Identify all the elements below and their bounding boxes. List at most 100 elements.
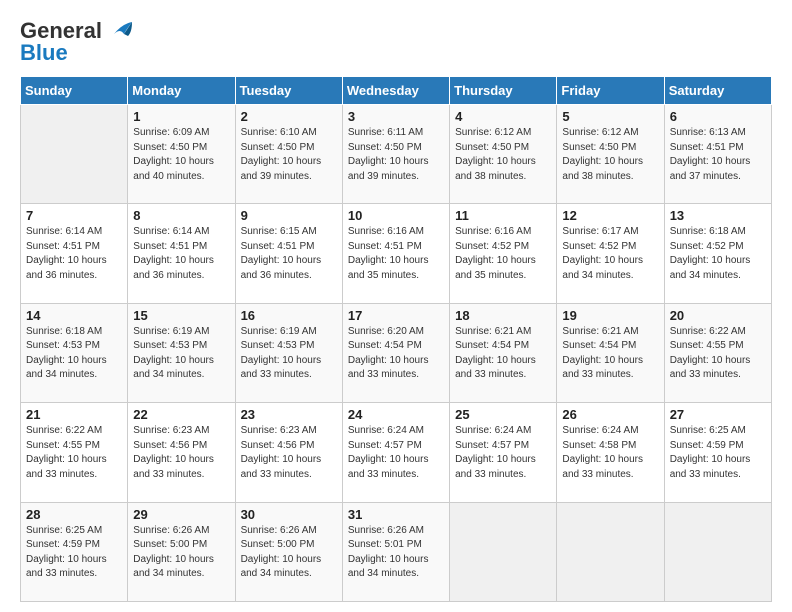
day-info: Sunrise: 6:13 AM Sunset: 4:51 PM Dayligh… (670, 126, 766, 184)
day-number: 16 (241, 308, 337, 323)
weekday-header-row: SundayMondayTuesdayWednesdayThursdayFrid… (21, 77, 772, 105)
day-info: Sunrise: 6:24 AM Sunset: 4:57 PM Dayligh… (348, 424, 444, 482)
day-info: Sunrise: 6:09 AM Sunset: 4:50 PM Dayligh… (133, 126, 229, 184)
day-cell: 4 Sunrise: 6:12 AM Sunset: 4:50 PM Daylig… (450, 105, 557, 204)
day-cell: 16 Sunrise: 6:19 AM Sunset: 4:53 PM Dayli… (235, 303, 342, 402)
day-cell: 24 Sunrise: 6:24 AM Sunset: 4:57 PM Dayli… (342, 403, 449, 502)
day-cell: 26 Sunrise: 6:24 AM Sunset: 4:58 PM Dayli… (557, 403, 664, 502)
day-number: 28 (26, 507, 122, 522)
page: General Blue SundayMondayTuesdayWednesda… (0, 0, 792, 612)
day-cell: 22Sunrise: 6:23 AM Sunset: 4:56 PM Dayli… (128, 403, 235, 502)
day-info: Sunrise: 6:16 AM Sunset: 4:51 PM Dayligh… (348, 225, 444, 283)
day-cell: 29Sunrise: 6:26 AM Sunset: 5:00 PM Dayli… (128, 502, 235, 601)
logo-blue: Blue (20, 40, 68, 66)
day-number: 1 (133, 109, 229, 124)
day-number: 14 (26, 308, 122, 323)
day-info: Sunrise: 6:14 AM Sunset: 4:51 PM Dayligh… (133, 225, 229, 283)
day-cell: 20 Sunrise: 6:22 AM Sunset: 4:55 PM Dayli… (664, 303, 771, 402)
day-info: Sunrise: 6:25 AM Sunset: 4:59 PM Dayligh… (670, 424, 766, 482)
day-info: Sunrise: 6:12 AM Sunset: 4:50 PM Dayligh… (455, 126, 551, 184)
weekday-header-wednesday: Wednesday (342, 77, 449, 105)
day-number: 19 (562, 308, 658, 323)
day-number: 21 (26, 407, 122, 422)
day-cell: 7Sunrise: 6:14 AM Sunset: 4:51 PM Daylig… (21, 204, 128, 303)
day-info: Sunrise: 6:24 AM Sunset: 4:58 PM Dayligh… (562, 424, 658, 482)
day-number: 18 (455, 308, 551, 323)
day-cell (557, 502, 664, 601)
day-number: 2 (241, 109, 337, 124)
day-number: 9 (241, 208, 337, 223)
day-cell: 9 Sunrise: 6:15 AM Sunset: 4:51 PM Daylig… (235, 204, 342, 303)
day-cell: 31 Sunrise: 6:26 AM Sunset: 5:01 PM Dayli… (342, 502, 449, 601)
day-number: 25 (455, 407, 551, 422)
day-cell: 25 Sunrise: 6:24 AM Sunset: 4:57 PM Dayli… (450, 403, 557, 502)
day-info: Sunrise: 6:23 AM Sunset: 4:56 PM Dayligh… (241, 424, 337, 482)
day-number: 10 (348, 208, 444, 223)
day-info: Sunrise: 6:25 AM Sunset: 4:59 PM Dayligh… (26, 524, 122, 582)
day-cell: 19 Sunrise: 6:21 AM Sunset: 4:54 PM Dayli… (557, 303, 664, 402)
day-info: Sunrise: 6:26 AM Sunset: 5:00 PM Dayligh… (241, 524, 337, 582)
day-info: Sunrise: 6:22 AM Sunset: 4:55 PM Dayligh… (670, 325, 766, 383)
day-cell: 30 Sunrise: 6:26 AM Sunset: 5:00 PM Dayli… (235, 502, 342, 601)
weekday-header-saturday: Saturday (664, 77, 771, 105)
logo: General Blue (20, 18, 134, 66)
day-cell: 23Sunrise: 6:23 AM Sunset: 4:56 PM Dayli… (235, 403, 342, 502)
header: General Blue (20, 18, 772, 66)
day-info: Sunrise: 6:21 AM Sunset: 4:54 PM Dayligh… (562, 325, 658, 383)
day-number: 5 (562, 109, 658, 124)
weekday-header-sunday: Sunday (21, 77, 128, 105)
day-info: Sunrise: 6:26 AM Sunset: 5:01 PM Dayligh… (348, 524, 444, 582)
day-info: Sunrise: 6:14 AM Sunset: 4:51 PM Dayligh… (26, 225, 122, 283)
day-number: 26 (562, 407, 658, 422)
day-cell (21, 105, 128, 204)
day-info: Sunrise: 6:19 AM Sunset: 4:53 PM Dayligh… (241, 325, 337, 383)
day-cell (450, 502, 557, 601)
day-cell: 6Sunrise: 6:13 AM Sunset: 4:51 PM Daylig… (664, 105, 771, 204)
day-info: Sunrise: 6:17 AM Sunset: 4:52 PM Dayligh… (562, 225, 658, 283)
day-cell: 28 Sunrise: 6:25 AM Sunset: 4:59 PM Dayli… (21, 502, 128, 601)
day-number: 24 (348, 407, 444, 422)
week-row-3: 14Sunrise: 6:18 AM Sunset: 4:53 PM Dayli… (21, 303, 772, 402)
week-row-5: 28 Sunrise: 6:25 AM Sunset: 4:59 PM Dayli… (21, 502, 772, 601)
weekday-header-monday: Monday (128, 77, 235, 105)
week-row-4: 21Sunrise: 6:22 AM Sunset: 4:55 PM Dayli… (21, 403, 772, 502)
day-info: Sunrise: 6:21 AM Sunset: 4:54 PM Dayligh… (455, 325, 551, 383)
day-cell: 18 Sunrise: 6:21 AM Sunset: 4:54 PM Dayli… (450, 303, 557, 402)
day-cell: 8 Sunrise: 6:14 AM Sunset: 4:51 PM Daylig… (128, 204, 235, 303)
day-cell: 13Sunrise: 6:18 AM Sunset: 4:52 PM Dayli… (664, 204, 771, 303)
day-info: Sunrise: 6:24 AM Sunset: 4:57 PM Dayligh… (455, 424, 551, 482)
week-row-2: 7Sunrise: 6:14 AM Sunset: 4:51 PM Daylig… (21, 204, 772, 303)
day-cell: 21Sunrise: 6:22 AM Sunset: 4:55 PM Dayli… (21, 403, 128, 502)
week-row-1: 1 Sunrise: 6:09 AM Sunset: 4:50 PM Daylig… (21, 105, 772, 204)
weekday-header-tuesday: Tuesday (235, 77, 342, 105)
day-number: 27 (670, 407, 766, 422)
day-cell: 2Sunrise: 6:10 AM Sunset: 4:50 PM Daylig… (235, 105, 342, 204)
day-number: 30 (241, 507, 337, 522)
day-number: 31 (348, 507, 444, 522)
day-number: 4 (455, 109, 551, 124)
day-number: 12 (562, 208, 658, 223)
day-cell: 1 Sunrise: 6:09 AM Sunset: 4:50 PM Daylig… (128, 105, 235, 204)
day-number: 17 (348, 308, 444, 323)
day-cell: 12 Sunrise: 6:17 AM Sunset: 4:52 PM Dayli… (557, 204, 664, 303)
day-number: 3 (348, 109, 444, 124)
day-cell: 10 Sunrise: 6:16 AM Sunset: 4:51 PM Dayli… (342, 204, 449, 303)
day-number: 20 (670, 308, 766, 323)
day-cell: 17 Sunrise: 6:20 AM Sunset: 4:54 PM Dayli… (342, 303, 449, 402)
weekday-header-thursday: Thursday (450, 77, 557, 105)
day-info: Sunrise: 6:18 AM Sunset: 4:52 PM Dayligh… (670, 225, 766, 283)
day-cell (664, 502, 771, 601)
day-info: Sunrise: 6:16 AM Sunset: 4:52 PM Dayligh… (455, 225, 551, 283)
weekday-header-friday: Friday (557, 77, 664, 105)
day-number: 15 (133, 308, 229, 323)
day-number: 8 (133, 208, 229, 223)
logo-bird-icon (104, 20, 134, 42)
day-cell: 27 Sunrise: 6:25 AM Sunset: 4:59 PM Dayli… (664, 403, 771, 502)
day-info: Sunrise: 6:19 AM Sunset: 4:53 PM Dayligh… (133, 325, 229, 383)
day-number: 11 (455, 208, 551, 223)
day-info: Sunrise: 6:20 AM Sunset: 4:54 PM Dayligh… (348, 325, 444, 383)
day-cell: 14Sunrise: 6:18 AM Sunset: 4:53 PM Dayli… (21, 303, 128, 402)
day-info: Sunrise: 6:23 AM Sunset: 4:56 PM Dayligh… (133, 424, 229, 482)
day-info: Sunrise: 6:15 AM Sunset: 4:51 PM Dayligh… (241, 225, 337, 283)
day-cell: 15 Sunrise: 6:19 AM Sunset: 4:53 PM Dayli… (128, 303, 235, 402)
